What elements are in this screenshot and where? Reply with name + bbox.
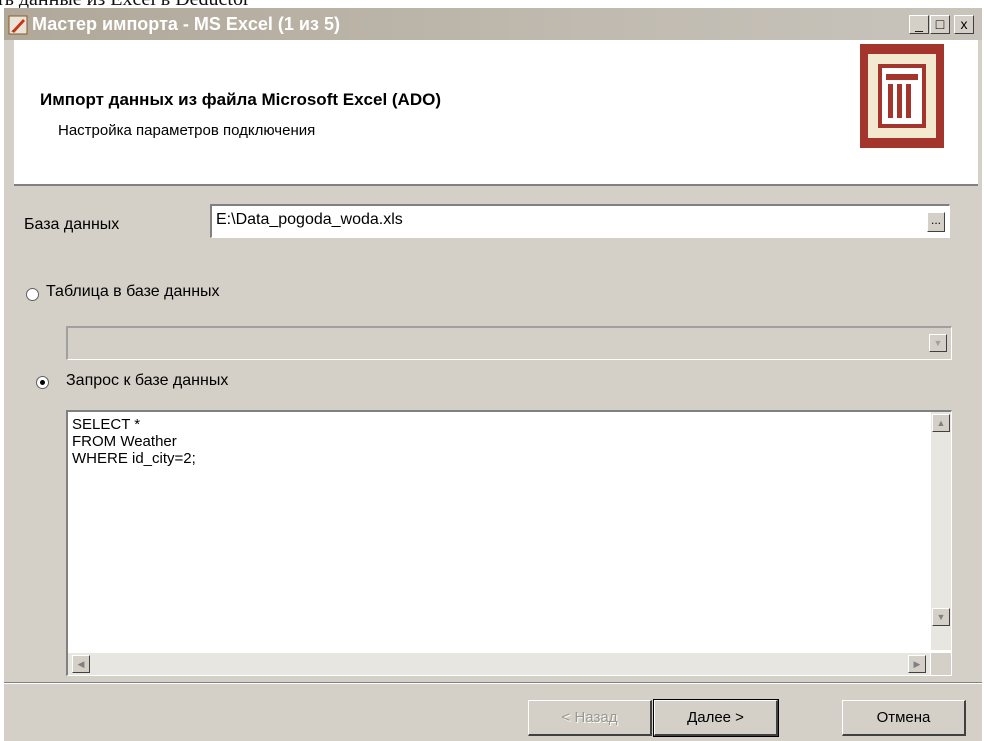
scroll-right-icon[interactable]: ▶ xyxy=(908,655,926,673)
cancel-button[interactable]: Отмена xyxy=(842,700,966,736)
window-title: Мастер импорта - MS Excel (1 из 5) xyxy=(32,14,340,34)
database-path-field[interactable]: E:\Data_pogoda_woda.xls ... xyxy=(210,204,950,238)
horizontal-scrollbar[interactable]: ◀ ▶ xyxy=(68,653,930,675)
chevron-down-icon: ▼ xyxy=(929,334,947,352)
query-option-label[interactable]: Запрос к базе данных xyxy=(66,372,228,390)
next-button[interactable]: Далее > xyxy=(653,699,779,737)
table-logo-icon xyxy=(860,44,944,148)
maximize-button[interactable]: □ xyxy=(930,15,950,34)
scroll-corner xyxy=(931,653,951,675)
table-option-label[interactable]: Таблица в базе данных xyxy=(46,283,220,301)
wizard-header-panel: Импорт данных из файла Microsoft Excel (… xyxy=(14,40,978,186)
vertical-scrollbar[interactable]: ▲ ▼ xyxy=(931,412,951,650)
header-subtitle: Настройка параметров подключения xyxy=(58,122,316,139)
minimize-button[interactable]: _ xyxy=(909,15,929,34)
back-button[interactable]: < Назад xyxy=(528,700,652,736)
scroll-left-icon[interactable]: ◀ xyxy=(72,655,90,673)
table-option-radio[interactable] xyxy=(26,288,39,301)
title-bar[interactable]: Мастер импорта - MS Excel (1 из 5) _ □ x xyxy=(4,8,982,40)
query-option-radio[interactable] xyxy=(36,376,49,389)
footer-separator xyxy=(4,682,982,684)
table-select: ▼ xyxy=(66,326,952,360)
sql-query-text[interactable]: SELECT * FROM Weather WHERE id_city=2; xyxy=(72,416,196,467)
scroll-down-icon[interactable]: ▼ xyxy=(932,608,950,626)
radio-selected-dot xyxy=(40,380,45,385)
wizard-app-icon xyxy=(8,15,28,35)
close-button[interactable]: x xyxy=(954,15,974,34)
browse-button[interactable]: ... xyxy=(927,212,945,232)
header-title: Импорт данных из файла Microsoft Excel (… xyxy=(40,90,441,109)
scroll-up-icon[interactable]: ▲ xyxy=(932,414,950,432)
import-wizard-dialog: Мастер импорта - MS Excel (1 из 5) _ □ x… xyxy=(4,8,982,741)
database-label: База данных xyxy=(24,216,120,233)
sql-query-editor[interactable]: SELECT * FROM Weather WHERE id_city=2; ▲… xyxy=(66,410,952,676)
